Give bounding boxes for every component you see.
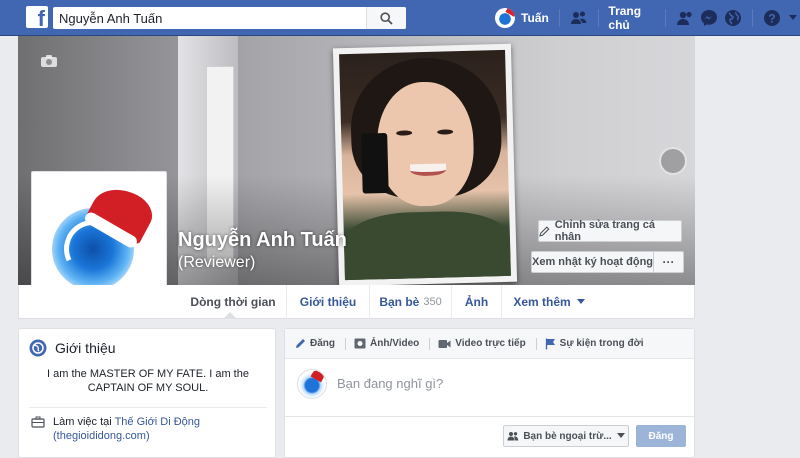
portrait-phone [361,132,389,194]
portrait-face [375,80,476,208]
search-box [53,7,406,29]
tab-label: Xem thêm [513,294,571,309]
work-website-link[interactable]: (thegioididong.com) [53,430,150,442]
nav-user-name: Tuấn [521,11,549,25]
divider [345,337,346,350]
globe-icon [725,10,742,26]
tab-label: Dòng thời gian [190,294,276,309]
santa-hat-pom [140,238,154,252]
messenger-icon [701,10,718,26]
composer-tab-label: Ảnh/Video [370,338,420,349]
nav-divider [558,9,560,27]
portrait-sweater [343,209,511,281]
tab-label: Bạn bè [379,294,420,309]
audience-label: Bạn bè ngoại trừ... [523,430,612,442]
post-button[interactable]: Đăng [636,425,686,447]
intro-panel: Giới thiệu I am the MASTER OF MY FATE. I… [18,328,276,458]
composer-tab-life-event[interactable]: Sự kiện trong đời [545,338,644,350]
friends-icon [570,11,587,24]
intro-work-item: Làm việc tại Thế Giới Di Động (thegioidi… [31,415,200,443]
caret-down-icon [576,298,585,304]
caret-down-icon [789,15,798,20]
intro-bio: I am the MASTER OF MY FATE. I am the CAP… [47,368,249,394]
tab-more[interactable]: Xem thêm [501,285,596,318]
more-options-label: ··· [662,255,675,269]
cover-portrait [339,49,511,281]
audience-selector[interactable]: Bạn bè ngoại trừ... [503,425,629,447]
nav-right: Tuấn Trang chủ ? [495,0,800,36]
question-icon: ? [764,10,781,26]
find-friends-button[interactable] [570,8,588,28]
friends-icon [507,432,519,441]
composer-tab-label: Sự kiện trong đời [559,338,644,349]
intro-header: Giới thiệu [29,339,116,357]
composer-tabs: Đăng Ảnh/Video Video trực tiếp Sự kiện t… [285,329,694,359]
tab-label: Giới thiệu [299,294,357,309]
pencil-icon [296,339,305,348]
avatar [297,369,327,399]
friend-requests-button[interactable] [676,8,694,28]
activity-log-button[interactable]: Xem nhật ký hoạt động [531,251,654,273]
svg-text:?: ? [768,12,775,26]
nav-divider [597,9,599,27]
edit-profile-label: Chỉnh sửa trang cá nhân [554,219,655,243]
globe-icon [29,339,47,357]
update-cover-button[interactable] [40,54,58,73]
flag-icon [545,338,555,349]
friend-requests-icon [677,11,692,25]
activity-log-label: Xem nhật ký hoạt động [532,256,654,268]
home-link[interactable]: Trang chủ [608,4,655,32]
active-tab-indicator [223,312,237,319]
nav-profile-link[interactable]: Tuấn [495,8,549,28]
pencil-icon [539,225,550,237]
divider [429,337,431,350]
search-input[interactable] [53,7,371,29]
video-camera-icon [438,339,451,348]
help-button[interactable]: ? [763,8,781,28]
composer-input[interactable]: Bạn đang nghĩ gì? [337,376,443,391]
composer-tab-label: Đăng [310,338,335,349]
caret-down-icon [616,433,625,438]
work-place-link[interactable]: Thế Giới Di Động [115,416,200,428]
tab-photos[interactable]: Ảnh [451,285,501,318]
edit-profile-button[interactable]: Chỉnh sửa trang cá nhân [538,219,682,243]
divider [29,407,267,408]
composer-tab-photo-video[interactable]: Ảnh/Video [354,338,419,349]
top-nav-bar: f Tuấn Trang chủ ? [0,0,800,36]
intro-work-text: Làm việc tại Thế Giới Di Động (thegioidi… [53,415,200,443]
composer-tab-label: Video trực tiếp [455,338,526,349]
divider [535,337,537,350]
photo-icon [354,338,366,349]
composer-footer: Bạn bè ngoại trừ... Đăng [285,416,694,458]
circular-decoration-icon [659,147,687,175]
profile-tabs: Dòng thời gian Giới thiệu Bạn bè 350 Ảnh… [18,285,695,319]
composer-tab-post[interactable]: Đăng [295,338,335,349]
account-menu-button[interactable] [785,8,800,28]
work-prefix: Làm việc tại [53,416,112,428]
tab-label: Ảnh [464,294,489,309]
nav-divider [752,9,754,27]
cover-framed-photo [332,43,518,285]
tab-about[interactable]: Giới thiệu [286,285,369,318]
composer-tab-live-video[interactable]: Video trực tiếp [438,338,526,349]
profile-name[interactable]: Nguyễn Anh Tuấn [178,229,347,252]
friends-count: 350 [423,295,442,308]
search-button[interactable] [366,7,406,29]
search-icon [380,11,393,25]
post-composer: Đăng Ảnh/Video Video trực tiếp Sự kiện t… [284,328,695,458]
avatar [495,8,515,28]
profile-picture-image [36,176,162,302]
intro-title: Giới thiệu [55,340,116,356]
tab-friends[interactable]: Bạn bè 350 [369,285,451,318]
camera-icon [41,55,57,67]
notifications-button[interactable] [724,8,742,28]
more-options-button[interactable]: ··· [653,251,684,273]
briefcase-icon [31,416,45,428]
profile-alternate-name: (Reviewer) [178,254,256,271]
post-button-label: Đăng [648,430,674,442]
facebook-logo-icon[interactable]: f [26,6,48,28]
nav-divider [665,9,667,27]
messages-button[interactable] [700,8,718,28]
